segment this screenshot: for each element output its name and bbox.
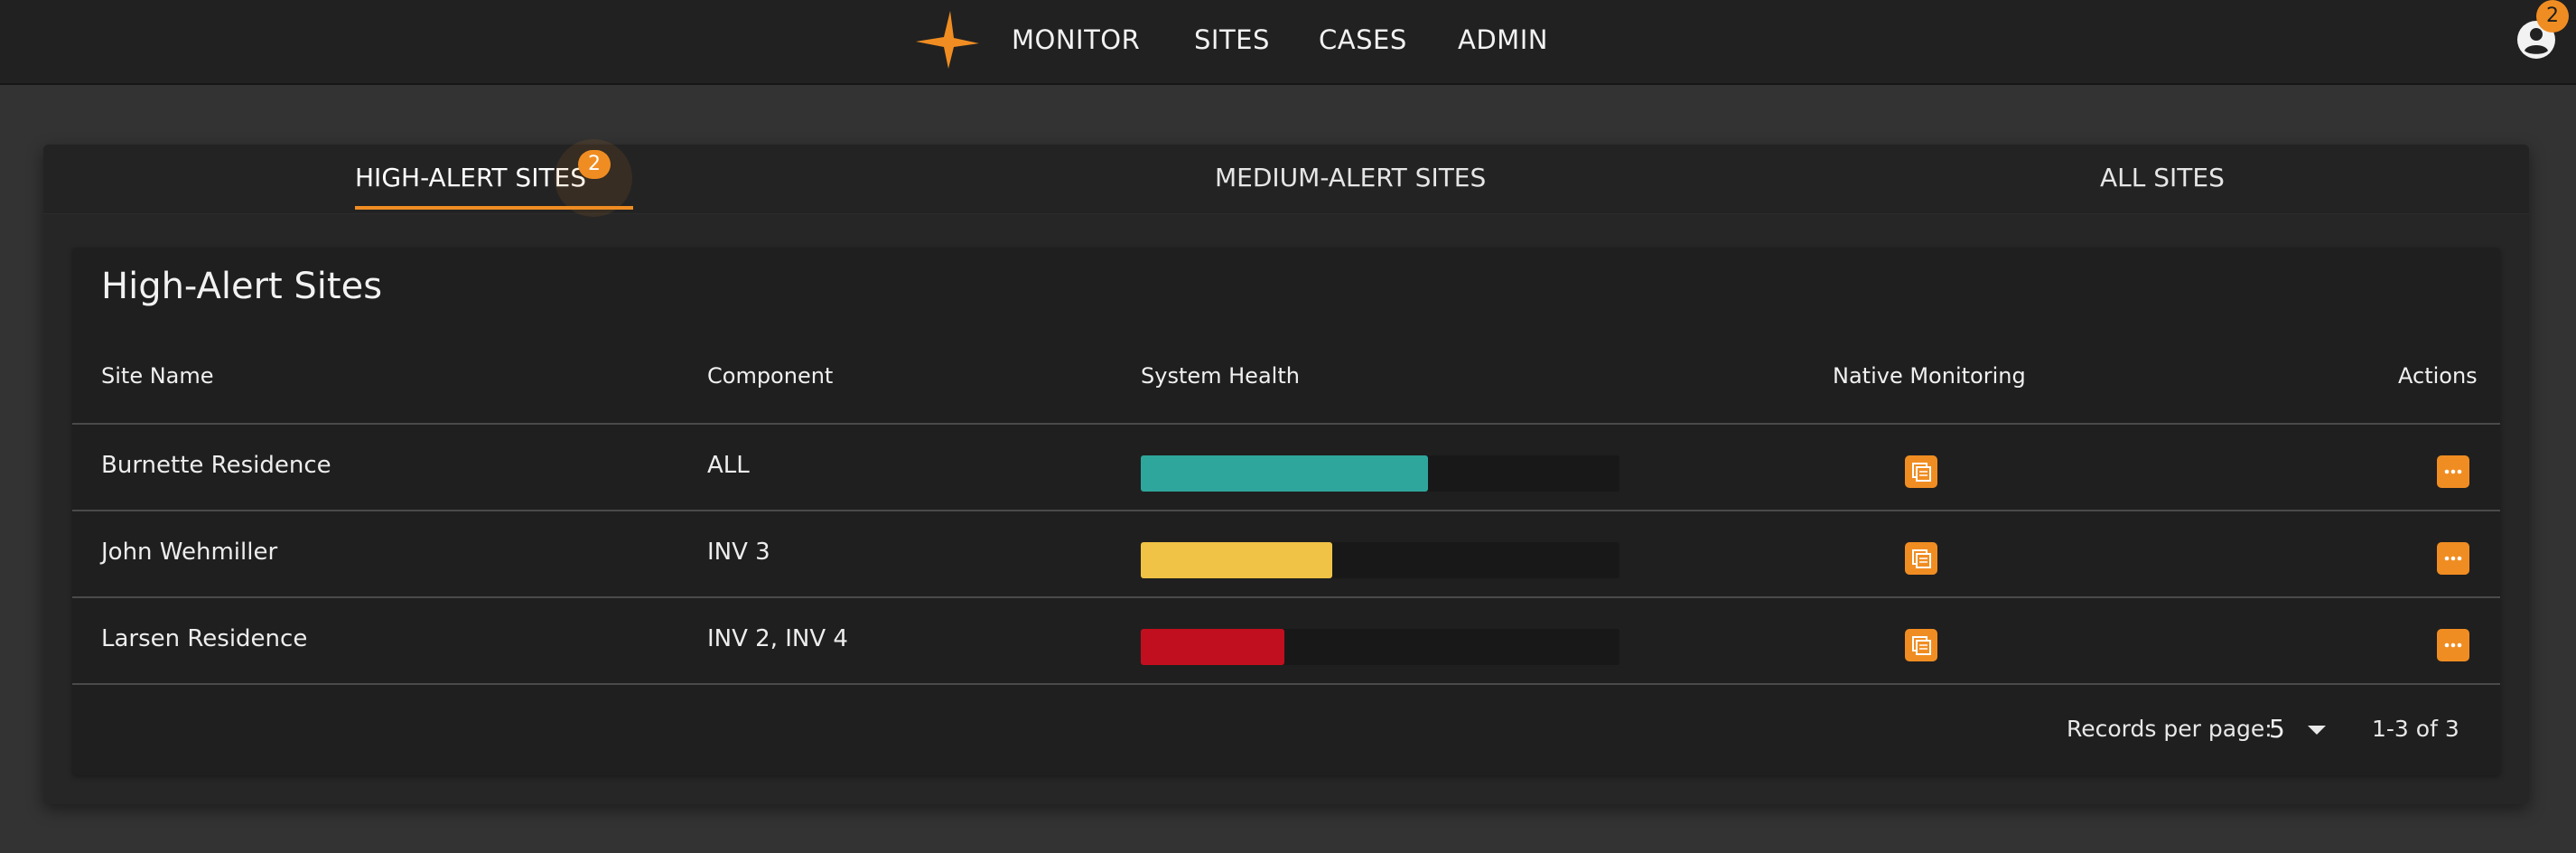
external-monitor-icon	[1912, 636, 1931, 655]
system-health-fill	[1141, 455, 1428, 492]
chevron-down-icon	[2308, 726, 2326, 735]
nav-cases[interactable]: CASES	[1319, 20, 1407, 60]
more-horizontal-icon	[2444, 642, 2462, 648]
high-alert-count-badge: 2	[578, 150, 611, 179]
table-title: High-Alert Sites	[101, 266, 383, 307]
external-monitor-icon	[1912, 549, 1931, 568]
nav-admin[interactable]: ADMIN	[1458, 20, 1548, 60]
table-divider	[72, 683, 2500, 685]
site-name-cell: Burnette Residence	[101, 452, 331, 479]
row-actions-button[interactable]	[2437, 629, 2469, 661]
system-health-bar	[1141, 455, 1619, 492]
system-health-bar	[1141, 542, 1619, 578]
star-logo-icon[interactable]	[916, 9, 981, 70]
row-actions-button[interactable]	[2437, 542, 2469, 575]
more-horizontal-icon	[2444, 556, 2462, 561]
account-button[interactable]: 2	[2515, 0, 2569, 61]
column-header-system-health[interactable]: System Health	[1141, 363, 1300, 389]
component-cell: INV 2, INV 4	[707, 625, 848, 652]
column-header-component[interactable]: Component	[707, 363, 833, 389]
records-per-page-label: Records per page:	[2067, 716, 2273, 742]
tab-all-sites[interactable]: ALL SITES	[2100, 157, 2225, 199]
high-alert-sites-table: High-Alert Sites Site Name Component Sys…	[72, 248, 2500, 775]
top-navigation-bar: MONITOR SITES CASES ADMIN 2	[0, 0, 2576, 85]
system-health-fill	[1141, 629, 1284, 665]
component-cell: ALL	[707, 452, 750, 479]
site-name-cell: John Wehmiller	[101, 539, 278, 566]
row-actions-button[interactable]	[2437, 455, 2469, 488]
notification-badge: 2	[2536, 0, 2569, 33]
nav-monitor[interactable]: MONITOR	[1012, 20, 1140, 60]
records-per-page-select[interactable]: 5	[2269, 708, 2341, 748]
table-row[interactable]: Larsen Residence INV 2, INV 4	[72, 596, 2500, 683]
column-header-site-name[interactable]: Site Name	[101, 363, 214, 389]
records-per-page-value: 5	[2269, 714, 2285, 744]
tab-high-alert-sites[interactable]: HIGH-ALERT SITES	[355, 157, 586, 199]
external-monitor-icon	[1912, 463, 1931, 482]
tabs-bar: HIGH-ALERT SITES MEDIUM-ALERT SITES ALL …	[43, 145, 2529, 214]
table-row[interactable]: Burnette Residence ALL	[72, 423, 2500, 510]
table-row[interactable]: John Wehmiller INV 3	[72, 510, 2500, 596]
column-header-native-monitoring[interactable]: Native Monitoring	[1833, 363, 2026, 389]
more-horizontal-icon	[2444, 469, 2462, 474]
site-name-cell: Larsen Residence	[101, 625, 308, 652]
native-monitoring-button[interactable]	[1905, 455, 1937, 488]
system-health-bar	[1141, 629, 1619, 665]
tab-medium-alert-sites[interactable]: MEDIUM-ALERT SITES	[1215, 157, 1486, 199]
native-monitoring-button[interactable]	[1905, 629, 1937, 661]
native-monitoring-button[interactable]	[1905, 542, 1937, 575]
system-health-fill	[1141, 542, 1332, 578]
nav-sites[interactable]: SITES	[1194, 20, 1270, 60]
component-cell: INV 3	[707, 539, 770, 566]
column-header-actions[interactable]: Actions	[2398, 363, 2478, 389]
pagination-range: 1-3 of 3	[2372, 716, 2459, 742]
